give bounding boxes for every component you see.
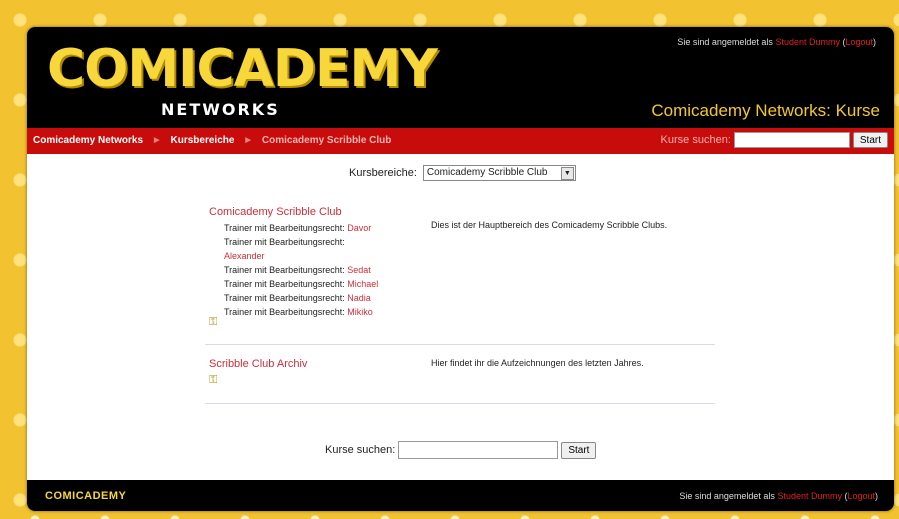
login-prefix: Sie sind angemeldet als (679, 491, 775, 501)
footer: COMICADEMY Sie sind angemeldet als Stude… (27, 480, 894, 511)
nav-search-button[interactable]: Start (852, 132, 888, 148)
teacher-row: Trainer mit Bearbeitungsrecht: Nadia (224, 291, 384, 305)
category-label: Kursbereiche: (349, 167, 417, 179)
breadcrumb-home[interactable]: Comicademy Networks (33, 135, 143, 146)
logout-link[interactable]: Logout (845, 37, 873, 47)
teacher-role: Trainer mit Bearbeitungsrecht: (224, 307, 345, 317)
key-icon: ⚿ (209, 374, 218, 386)
breadcrumb-current: Comicademy Scribble Club (261, 135, 392, 146)
teacher-row: Trainer mit Bearbeitungsrecht: Mikiko (224, 305, 384, 319)
course-link[interactable]: Scribble Club Archiv (209, 358, 307, 370)
teacher-row: Trainer mit Bearbeitungsrecht: Davor (224, 221, 384, 235)
course-summary: Hier findet ihr die Aufzeichnungen des l… (431, 358, 644, 368)
user-profile-link[interactable]: Student Dummy (775, 37, 840, 47)
logout-link[interactable]: Logout (847, 491, 875, 501)
login-info: Sie sind angemeldet als Student Dummy (L… (677, 37, 876, 47)
footer-login-info: Sie sind angemeldet als Student Dummy (L… (679, 491, 878, 501)
site-logo[interactable]: COMICADEMY (47, 41, 438, 97)
teacher-row: Trainer mit Bearbeitungsrecht: Sedat (224, 263, 384, 277)
teacher-link[interactable]: Sedat (347, 265, 371, 275)
chevron-down-icon[interactable]: ▼ (560, 167, 574, 180)
teacher-role: Trainer mit Bearbeitungsrecht: (224, 223, 345, 233)
course-search-button[interactable]: Start (561, 441, 597, 459)
header: COMICADEMY NETWORKS Sie sind angemeldet … (27, 27, 894, 128)
login-prefix: Sie sind angemeldet als (677, 37, 773, 47)
footer-logo[interactable]: COMICADEMY (45, 490, 126, 502)
user-profile-link[interactable]: Student Dummy (777, 491, 842, 501)
category-selected: Comicademy Scribble Club (426, 167, 548, 178)
teacher-role: Trainer mit Bearbeitungsrecht: (224, 279, 345, 289)
teacher-link[interactable]: Nadia (347, 293, 371, 303)
teacher-link[interactable]: Davor (347, 223, 371, 233)
breadcrumb: Comicademy Networks ► Kursbereiche ► Com… (33, 135, 391, 146)
course-search-input[interactable] (398, 441, 559, 459)
teacher-list: Trainer mit Bearbeitungsrecht: Davor Tra… (224, 221, 384, 319)
nav-search-label: Kurse suchen: (660, 134, 731, 146)
teacher-role: Trainer mit Bearbeitungsrecht: (224, 265, 345, 275)
category-selector: Kursbereiche: Comicademy Scribble Club ▼ (349, 165, 576, 181)
teacher-row: Trainer mit Bearbeitungsrecht: Alexander (224, 235, 384, 263)
teacher-link[interactable]: Mikiko (347, 307, 373, 317)
breadcrumb-separator: ► (243, 135, 254, 146)
course-summary: Dies ist der Hauptbereich des Comicademy… (431, 220, 668, 230)
teacher-role: Trainer mit Bearbeitungsrecht: (224, 237, 345, 247)
navbar: Comicademy Networks ► Kursbereiche ► Com… (27, 128, 894, 154)
key-icon: ⚿ (209, 316, 218, 328)
course-item: Scribble Club Archiv ⚿ Hier findet ihr d… (205, 358, 715, 404)
course-search: Kurse suchen: Start (325, 441, 597, 459)
teacher-link[interactable]: Alexander (224, 251, 265, 261)
page-frame: COMICADEMY NETWORKS Sie sind angemeldet … (27, 27, 894, 511)
course-search-label: Kurse suchen: (325, 444, 396, 456)
breadcrumb-separator: ► (151, 135, 162, 146)
nav-search-input[interactable] (733, 132, 850, 148)
course-link[interactable]: Comicademy Scribble Club (209, 206, 342, 218)
teacher-row: Trainer mit Bearbeitungsrecht: Michael (224, 277, 384, 291)
breadcrumb-categories[interactable]: Kursbereiche (171, 135, 235, 146)
teacher-role: Trainer mit Bearbeitungsrecht: (224, 293, 345, 303)
category-dropdown[interactable]: Comicademy Scribble Club ▼ (422, 165, 576, 181)
course-item: Comicademy Scribble Club Trainer mit Bea… (205, 206, 715, 345)
teacher-link[interactable]: Michael (347, 279, 378, 289)
page-title: Comicademy Networks: Kurse (651, 101, 880, 120)
site-logo-subtitle: NETWORKS (161, 100, 280, 119)
nav-search: Kurse suchen: Start (661, 132, 888, 148)
